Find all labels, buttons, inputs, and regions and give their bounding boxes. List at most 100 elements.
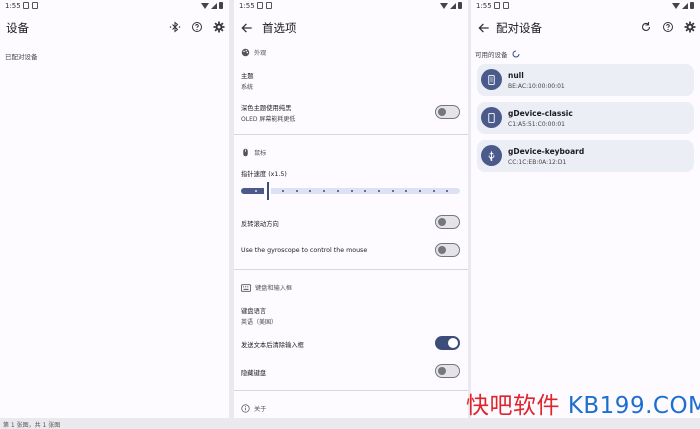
help-icon[interactable] — [662, 21, 674, 33]
device-card[interactable]: gDevice-classic C1:A5:51:C0:00:01 — [477, 102, 694, 134]
slider-tick — [337, 190, 339, 192]
palette-icon — [241, 48, 250, 57]
settings-icon[interactable] — [684, 21, 696, 33]
battery-icon — [458, 2, 462, 9]
available-devices-label: 可用的设备 — [475, 51, 508, 59]
devices-screen: 1:55 设备 已配对设备 — [0, 0, 229, 418]
keyboard-language-value: 英语（美国） — [241, 319, 278, 326]
divider — [234, 134, 468, 135]
dark-theme-switch[interactable] — [435, 105, 460, 119]
back-arrow-icon[interactable] — [240, 21, 254, 35]
wifi-icon — [672, 2, 680, 9]
hide-keyboard-switch[interactable] — [435, 364, 460, 378]
phone-icon — [488, 74, 495, 85]
reverse-scroll-title: 反转滚动方向 — [241, 221, 279, 228]
paired-devices-label: 已配对设备 — [5, 53, 38, 61]
device-card[interactable]: null BE:AC:10:00:00:01 — [477, 64, 694, 96]
device-address: C1:A5:51:C0:00:01 — [508, 121, 565, 128]
status-bar: 1:55 — [234, 0, 468, 14]
image-caption: 第 1 张图，共 1 张图 — [3, 422, 61, 429]
slider-tick — [378, 190, 380, 192]
watermark: 快吧软件 KB199.COM — [466, 386, 700, 420]
divider — [234, 269, 468, 270]
slider-tick — [419, 190, 421, 192]
watermark-cn: 快吧软件 — [466, 393, 568, 419]
slider-tick — [282, 190, 284, 192]
device-name: gDevice-classic — [508, 109, 573, 118]
slider-tick — [433, 190, 435, 192]
signal-icon — [211, 2, 217, 9]
clear-input-title: 发送文本后清除输入框 — [241, 342, 304, 349]
screenshot-stage: 1:55 设备 已配对设备 1:55 首选项 外观 主题 系统 深色主题使用纯黑… — [0, 0, 700, 429]
app-bar: 设备 — [0, 14, 229, 44]
device-address: CC:1C:EB:0A:12:D1 — [508, 159, 567, 166]
notification-icon — [503, 2, 509, 9]
pointer-speed-title: 指针速度 (x1.5) — [241, 171, 287, 178]
slider-tick — [296, 190, 298, 192]
device-name: gDevice-keyboard — [508, 147, 585, 156]
pair-device-screen: 1:55 配对设备 可用的设备 null BE:AC:10:00:00:01 g… — [471, 0, 700, 418]
slider-thumb[interactable] — [267, 182, 269, 200]
device-address: BE:AC:10:00:00:01 — [508, 83, 565, 90]
keyboard-icon — [241, 283, 251, 292]
status-time: 1:55 — [239, 2, 255, 10]
keyboard-language-title[interactable]: 键盘语言 — [241, 306, 266, 315]
dark-theme-title: 深色主题使用纯黑 — [241, 105, 292, 112]
status-time: 1:55 — [5, 2, 21, 10]
slider-tick — [392, 190, 394, 192]
divider — [234, 390, 468, 391]
preferences-screen: 1:55 首选项 外观 主题 系统 深色主题使用纯黑 OLED 屏幕能耗更低 鼠… — [234, 0, 468, 418]
wifi-icon — [440, 2, 448, 9]
notification-icon — [23, 2, 29, 9]
section-about: 关于 — [241, 404, 266, 413]
device-name: null — [508, 71, 524, 80]
clear-input-switch[interactable] — [435, 336, 460, 350]
watermark-domain: KB199.COM — [567, 393, 700, 419]
notification-icon — [494, 2, 500, 9]
refresh-icon[interactable] — [640, 21, 652, 33]
notification-icon — [257, 2, 263, 9]
battery-icon — [690, 2, 694, 9]
loading-spinner-icon — [512, 50, 519, 58]
status-bar: 1:55 — [0, 0, 229, 14]
pointer-speed-slider[interactable] — [241, 182, 460, 200]
usb-icon — [488, 150, 495, 161]
slider-tick — [351, 190, 353, 192]
gyroscope-switch[interactable] — [435, 243, 460, 257]
signal-icon — [682, 2, 688, 9]
app-bar: 首选项 — [234, 14, 468, 44]
hide-keyboard-title: 隐藏键盘 — [241, 370, 267, 377]
back-arrow-icon[interactable] — [477, 21, 491, 35]
section-keyboard: 键盘和输入框 — [241, 283, 292, 292]
slider-tick — [323, 190, 325, 192]
mouse-icon — [243, 148, 248, 157]
wifi-icon — [201, 2, 209, 9]
bluetooth-scan-icon[interactable] — [169, 21, 181, 33]
signal-icon — [450, 2, 456, 9]
gyroscope-title: Use the gyroscope to control the mouse — [241, 247, 368, 254]
battery-icon — [219, 2, 223, 9]
reverse-scroll-switch[interactable] — [435, 215, 460, 229]
notification-icon — [266, 2, 272, 9]
info-icon — [241, 404, 250, 413]
device-card[interactable]: gDevice-keyboard CC:1C:EB:0A:12:D1 — [477, 140, 694, 172]
slider-tick — [255, 190, 257, 192]
slider-tick — [405, 190, 407, 192]
status-bar: 1:55 — [471, 0, 700, 14]
app-bar: 配对设备 — [471, 14, 700, 44]
slider-tick — [446, 190, 448, 192]
page-title: 配对设备 — [496, 21, 542, 35]
page-title: 设备 — [6, 21, 29, 35]
slider-tick — [364, 190, 366, 192]
page-title: 首选项 — [262, 21, 297, 35]
slider-filled-track — [241, 188, 264, 194]
help-icon[interactable] — [191, 21, 203, 33]
phone-icon — [488, 112, 495, 123]
theme-value: 系统 — [241, 84, 254, 91]
section-appearance: 外观 — [241, 48, 266, 57]
theme-title[interactable]: 主题 — [241, 71, 254, 80]
section-mouse: 鼠标 — [241, 148, 266, 157]
dark-theme-sub: OLED 屏幕能耗更低 — [241, 116, 296, 123]
settings-icon[interactable] — [213, 21, 225, 33]
slider-tick — [309, 190, 311, 192]
